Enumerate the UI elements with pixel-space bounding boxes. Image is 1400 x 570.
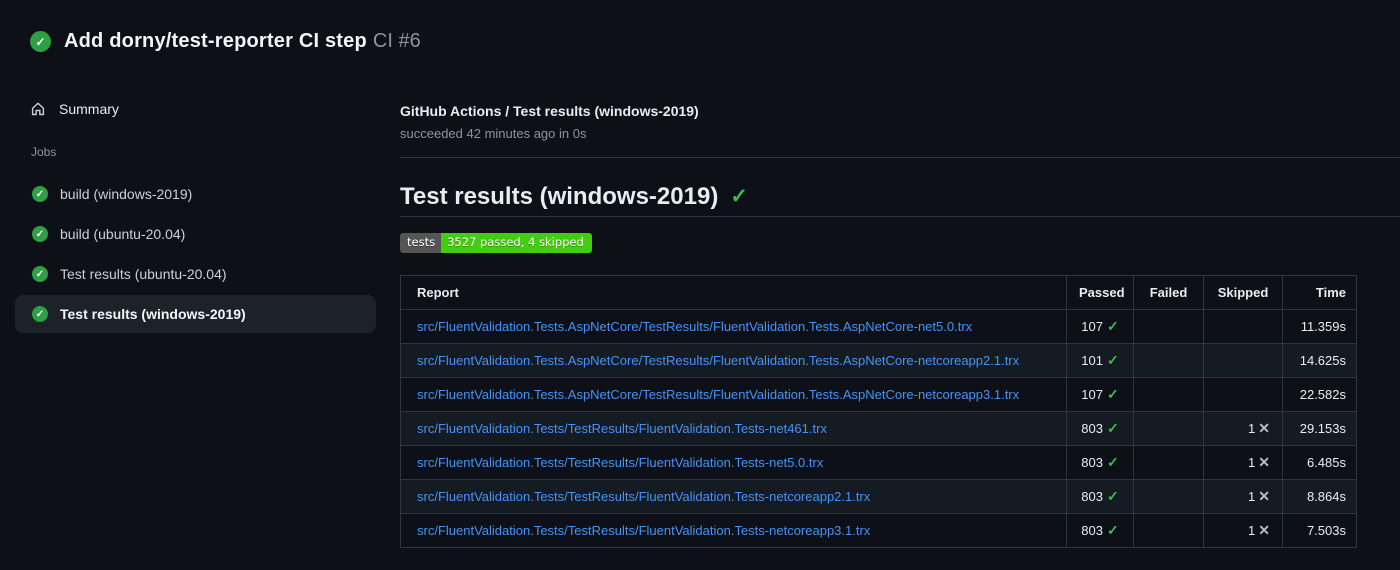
skipped-count xyxy=(1203,343,1283,378)
time-value: 29.153s xyxy=(1282,411,1357,446)
skipped-count: 1 ✕ xyxy=(1203,513,1283,548)
table-row: src/FluentValidation.Tests/TestResults/F… xyxy=(400,479,1357,514)
passed-count: 803 xyxy=(1081,421,1103,436)
skipped-count: 1 ✕ xyxy=(1203,479,1283,514)
job-label: build (windows-2019) xyxy=(60,186,193,202)
passed-check-icon: ✓ xyxy=(1106,318,1119,334)
passed-count: 107 xyxy=(1081,319,1103,334)
passed-count: 101 xyxy=(1081,353,1103,368)
table-row: src/FluentValidation.Tests.AspNetCore/Te… xyxy=(400,343,1357,378)
test-results-table: Report Passed Failed Skipped Time src/Fl… xyxy=(400,275,1357,548)
check-run-status: succeeded 42 minutes ago in 0s xyxy=(400,126,587,141)
run-success-check-icon: ✓ xyxy=(30,31,51,52)
skipped-cross-icon: ✕ xyxy=(1258,420,1270,436)
passed-check-icon: ✓ xyxy=(1106,488,1119,504)
failed-count xyxy=(1133,513,1204,548)
report-link[interactable]: src/FluentValidation.Tests.AspNetCore/Te… xyxy=(417,319,972,334)
passed-count: 803 xyxy=(1081,523,1103,538)
passed-check-icon: ✓ xyxy=(1106,420,1119,436)
sidebar-job-build-ubuntu-2004[interactable]: ✓ build (ubuntu-20.04) xyxy=(15,215,376,253)
time-value: 8.864s xyxy=(1282,479,1357,514)
table-header-row: Report Passed Failed Skipped Time xyxy=(400,275,1357,310)
tests-badge[interactable]: tests 3527 passed, 4 skipped xyxy=(400,233,592,253)
time-value: 6.485s xyxy=(1282,445,1357,480)
sidebar-job-test-results-windows-2019[interactable]: ✓ Test results (windows-2019) xyxy=(15,295,376,333)
column-header-failed: Failed xyxy=(1133,275,1204,310)
passed-count: 803 xyxy=(1081,489,1103,504)
time-value: 22.582s xyxy=(1282,377,1357,412)
report-link[interactable]: src/FluentValidation.Tests/TestResults/F… xyxy=(417,489,870,504)
sidebar-job-build-windows-2019[interactable]: ✓ build (windows-2019) xyxy=(15,175,376,213)
badge-label: tests xyxy=(400,233,442,253)
sidebar-item-summary[interactable]: Summary xyxy=(15,91,376,127)
job-success-check-icon: ✓ xyxy=(32,186,48,202)
job-success-check-icon: ✓ xyxy=(32,306,48,322)
table-row: src/FluentValidation.Tests.AspNetCore/Te… xyxy=(400,309,1357,344)
table-row: src/FluentValidation.Tests/TestResults/F… xyxy=(400,445,1357,480)
divider xyxy=(400,157,1400,158)
table-row: src/FluentValidation.Tests.AspNetCore/Te… xyxy=(400,377,1357,412)
job-success-check-icon: ✓ xyxy=(32,266,48,282)
passed-check-icon: ✓ xyxy=(1106,454,1119,470)
column-header-report: Report xyxy=(400,275,1067,310)
main-content: GitHub Actions / Test results (windows-2… xyxy=(400,81,1400,548)
skipped-count xyxy=(1203,377,1283,412)
job-label: build (ubuntu-20.04) xyxy=(60,226,186,242)
failed-count xyxy=(1133,411,1204,446)
checks-page: ✓ Add dorny/test-reporter CI step CI #6 S… xyxy=(0,0,1400,570)
skipped-count: 1 ✕ xyxy=(1203,445,1283,480)
table-row: src/FluentValidation.Tests/TestResults/F… xyxy=(400,411,1357,446)
table-row: src/FluentValidation.Tests/TestResults/F… xyxy=(400,513,1357,548)
passed-check-icon: ✓ xyxy=(1106,352,1119,368)
report-link[interactable]: src/FluentValidation.Tests/TestResults/F… xyxy=(417,421,827,436)
divider xyxy=(400,216,1400,217)
failed-count xyxy=(1133,377,1204,412)
check-run-name: GitHub Actions / Test results (windows-2… xyxy=(400,103,699,119)
job-label: Test results (ubuntu-20.04) xyxy=(60,266,227,282)
report-link[interactable]: src/FluentValidation.Tests/TestResults/F… xyxy=(417,523,870,538)
run-number: CI #6 xyxy=(372,30,421,52)
home-icon xyxy=(30,101,46,117)
skipped-cross-icon: ✕ xyxy=(1258,488,1270,504)
report-link[interactable]: src/FluentValidation.Tests.AspNetCore/Te… xyxy=(417,387,1019,402)
passed-check-icon: ✓ xyxy=(1106,522,1119,538)
skipped-cross-icon: ✕ xyxy=(1258,522,1270,538)
passed-count: 107 xyxy=(1081,387,1103,402)
job-label: Test results (windows-2019) xyxy=(60,306,246,322)
section-heading-text: Test results (windows-2019) xyxy=(400,183,719,210)
sidebar-job-test-results-ubuntu-2004[interactable]: ✓ Test results (ubuntu-20.04) xyxy=(15,255,376,293)
failed-count xyxy=(1133,343,1204,378)
column-header-passed: Passed xyxy=(1066,275,1134,310)
run-header: ✓ Add dorny/test-reporter CI step CI #6 xyxy=(0,0,1400,81)
time-value: 11.359s xyxy=(1282,309,1357,344)
skipped-count: 1 ✕ xyxy=(1203,411,1283,446)
skipped-cross-icon: ✕ xyxy=(1258,454,1270,470)
run-title: Add dorny/test-reporter CI step xyxy=(64,30,367,52)
passed-check-icon: ✓ xyxy=(1106,386,1119,402)
time-value: 7.503s xyxy=(1282,513,1357,548)
summary-label: Summary xyxy=(59,101,119,117)
column-header-time: Time xyxy=(1282,275,1357,310)
badge-value: 3527 passed, 4 skipped xyxy=(441,233,592,253)
failed-count xyxy=(1133,445,1204,480)
sidebar: Summary Jobs ✓ build (windows-2019) ✓ bu… xyxy=(0,81,400,335)
job-success-check-icon: ✓ xyxy=(32,226,48,242)
failed-count xyxy=(1133,309,1204,344)
column-header-skipped: Skipped xyxy=(1203,275,1283,310)
jobs-list: ✓ build (windows-2019) ✓ build (ubuntu-2… xyxy=(15,175,376,333)
heading-success-check-icon: ✓ xyxy=(730,185,748,208)
report-link[interactable]: src/FluentValidation.Tests.AspNetCore/Te… xyxy=(417,353,1019,368)
time-value: 14.625s xyxy=(1282,343,1357,378)
report-link[interactable]: src/FluentValidation.Tests/TestResults/F… xyxy=(417,455,823,470)
skipped-count xyxy=(1203,309,1283,344)
passed-count: 803 xyxy=(1081,455,1103,470)
jobs-heading: Jobs xyxy=(31,145,57,159)
failed-count xyxy=(1133,479,1204,514)
section-heading: Test results (windows-2019) ✓ xyxy=(400,182,1400,212)
